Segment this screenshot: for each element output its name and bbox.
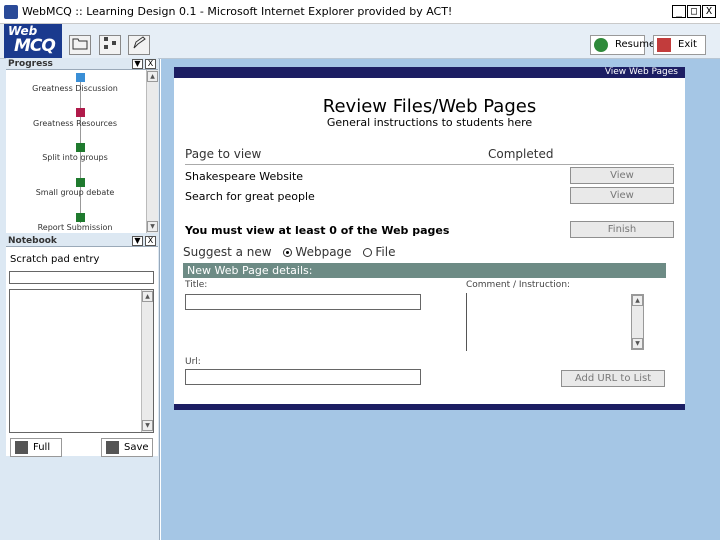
completed-header: Completed [488, 147, 554, 161]
minimize-button[interactable]: _ [672, 5, 686, 18]
notebook-title: Notebook [8, 236, 57, 246]
suggest-row: Suggest a new Webpage File [183, 245, 395, 259]
comment-scrollbar[interactable]: ▲ ▼ [631, 294, 644, 350]
view-web-pages-link[interactable]: View Web Pages [605, 67, 678, 78]
page-title: Review Files/Web Pages [322, 96, 537, 117]
exit-button[interactable]: Exit [653, 35, 706, 55]
web-page-row-name: Shakespeare Website [185, 170, 304, 183]
view-button[interactable]: View [570, 167, 674, 184]
progress-title: Progress [8, 59, 53, 69]
comment-textarea[interactable]: ▲ ▼ [466, 293, 664, 351]
progress-step-marker [76, 178, 85, 187]
scroll-up-icon[interactable]: ▲ [147, 71, 158, 82]
ie-window-icon [4, 5, 18, 19]
scratch-pad-title-input[interactable] [9, 271, 154, 284]
scroll-down-icon[interactable]: ▼ [142, 420, 153, 431]
folder-icon[interactable] [69, 35, 91, 55]
notebook-collapse-icon[interactable]: ▼ [132, 236, 143, 246]
exit-icon [657, 38, 671, 52]
file-radio-label[interactable]: File [375, 245, 395, 259]
view-button[interactable]: View [570, 187, 674, 204]
progress-scrollbar[interactable]: ▲ ▼ [146, 70, 158, 233]
url-input[interactable] [185, 369, 421, 385]
suggest-label: Suggest a new [183, 245, 272, 259]
save-button[interactable]: Save [101, 438, 153, 457]
progress-panel: Greatness Discussion Greatness Resources… [6, 70, 158, 233]
scratch-pad-textarea[interactable]: ▲ ▼ [9, 289, 154, 433]
scratch-pad-label: Scratch pad entry [10, 254, 100, 265]
new-web-page-header: New Web Page details: [183, 263, 666, 278]
webmcq-logo: Web MCQ [4, 24, 62, 58]
window-title: WebMCQ :: Learning Design 0.1 - Microsof… [22, 5, 453, 18]
page-to-view-header: Page to view [185, 147, 262, 161]
save-disk-icon [106, 441, 119, 454]
expand-icon [15, 441, 28, 454]
progress-close-icon[interactable]: X [145, 59, 156, 69]
comment-label: Comment / Instruction: [466, 280, 571, 290]
resume-icon [594, 38, 608, 52]
add-url-button[interactable]: Add URL to List [561, 370, 665, 387]
scratch-pad-scrollbar[interactable]: ▲ ▼ [141, 290, 153, 432]
notebook-close-icon[interactable]: X [145, 236, 156, 246]
full-button[interactable]: Full [10, 438, 62, 457]
webpage-radio-label[interactable]: Webpage [295, 245, 351, 259]
scroll-up-icon[interactable]: ▲ [632, 295, 643, 306]
scroll-down-icon[interactable]: ▼ [147, 221, 158, 232]
title-input[interactable] [185, 294, 421, 310]
progress-step-marker [76, 143, 85, 152]
divider [185, 164, 674, 165]
progress-step-marker [76, 213, 85, 222]
resume-button[interactable]: Resume [590, 35, 655, 55]
progress-collapse-icon[interactable]: ▼ [132, 59, 143, 69]
review-card: View Web Pages Review Files/Web Pages Ge… [174, 67, 685, 410]
window-titlebar: WebMCQ :: Learning Design 0.1 - Microsof… [0, 0, 720, 24]
progress-step-label[interactable]: Report Submission [6, 223, 144, 232]
finish-button[interactable]: Finish [570, 221, 674, 238]
progress-step-label[interactable]: Small group debate [6, 188, 144, 197]
progress-step-label[interactable]: Greatness Discussion [6, 84, 144, 93]
page-subtitle: General instructions to students here [326, 116, 533, 129]
minimum-view-note: You must view at least 0 of the Web page… [185, 224, 450, 237]
notepad-icon[interactable] [128, 35, 150, 55]
scroll-down-icon[interactable]: ▼ [632, 338, 643, 349]
progress-step-marker [76, 108, 85, 117]
progress-step-marker [76, 73, 85, 82]
webpage-radio[interactable] [283, 248, 293, 257]
hierarchy-icon[interactable] [99, 35, 121, 55]
progress-step-label[interactable]: Split into groups [6, 153, 144, 162]
url-label: Url: [185, 357, 201, 367]
close-button[interactable]: X [702, 5, 716, 18]
maximize-button[interactable]: □ [687, 5, 701, 18]
file-radio[interactable] [363, 248, 373, 257]
progress-step-label[interactable]: Greatness Resources [6, 119, 144, 128]
scroll-up-icon[interactable]: ▲ [142, 291, 153, 302]
title-label: Title: [185, 280, 208, 290]
web-page-row-name: Search for great people [185, 190, 315, 203]
